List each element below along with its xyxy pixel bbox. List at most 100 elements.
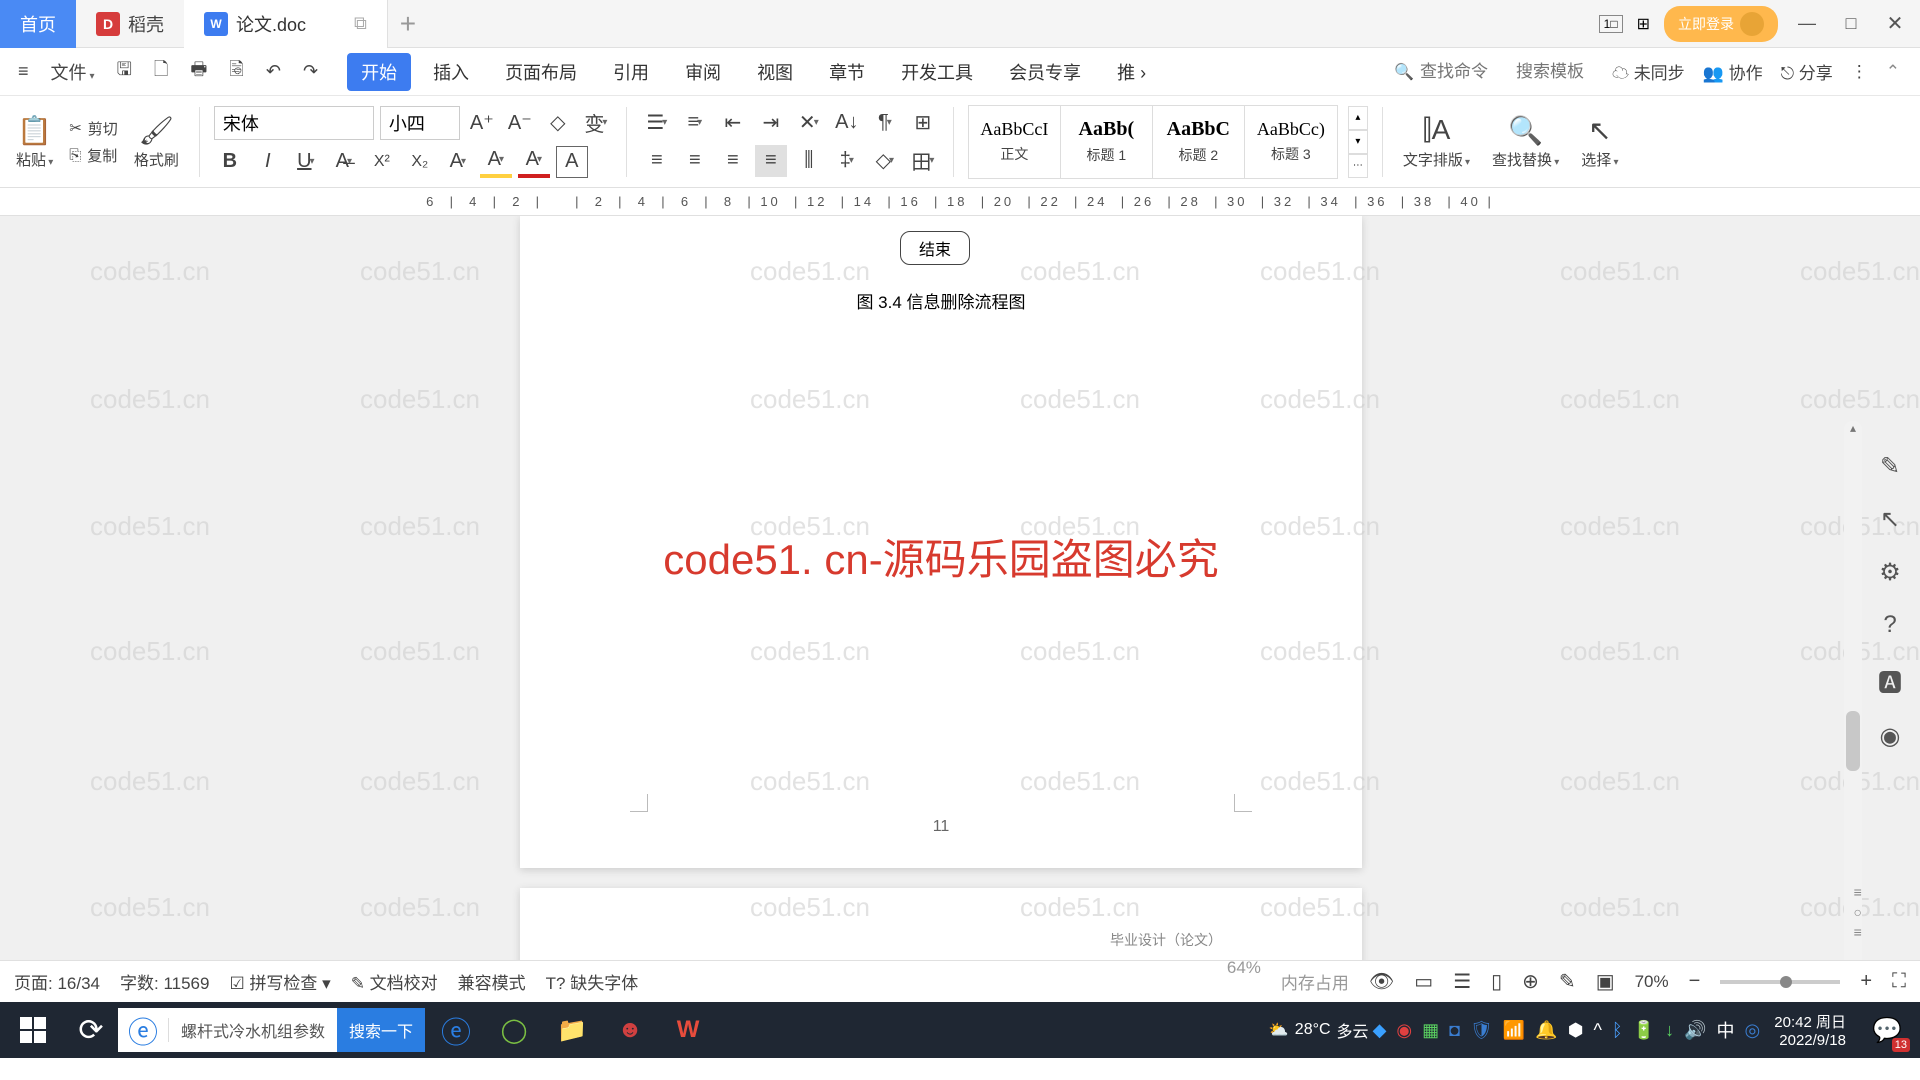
subscript-button[interactable]: X₂ — [404, 146, 436, 178]
style-up-icon[interactable]: ▴ — [1348, 106, 1368, 130]
menu-layout[interactable]: 页面布局 — [491, 53, 591, 91]
style-gallery[interactable]: AaBbCcI正文 AaBb(标题 1 AaBbC标题 2 AaBbCc)标题 … — [968, 105, 1338, 179]
vertical-scrollbar[interactable]: ▴ ▾ — [1844, 421, 1862, 960]
scroll-up-icon[interactable]: ▴ — [1844, 421, 1862, 439]
tray-battery-icon[interactable]: 🔋 — [1633, 1020, 1655, 1041]
layout-icon[interactable]: 1□ — [1599, 15, 1623, 33]
align-left-button[interactable]: ≡ — [641, 145, 673, 177]
style-expand-icon[interactable]: ⋯ — [1348, 154, 1368, 178]
maximize-button[interactable]: □ — [1836, 13, 1866, 34]
tray-ime-icon[interactable]: 中 — [1717, 1017, 1735, 1043]
superscript-button[interactable]: X² — [366, 146, 398, 178]
explorer-icon[interactable]: 📁 — [545, 1004, 599, 1056]
browser-icon[interactable]: ◯ — [487, 1004, 541, 1056]
close-button[interactable]: ✕ — [1880, 11, 1910, 36]
font-size-select[interactable] — [380, 106, 460, 140]
app-icon[interactable]: ☻ — [603, 1004, 657, 1056]
show-marks-button[interactable]: ¶▾ — [869, 107, 901, 139]
menu-recommend[interactable]: 推 › — [1103, 53, 1160, 91]
outline-view-icon[interactable]: ☰ — [1453, 969, 1471, 994]
align-right-button[interactable]: ≡ — [717, 145, 749, 177]
tray-icon[interactable]: ◉ — [1396, 1020, 1412, 1041]
collapse-ribbon-icon[interactable]: ⌃ — [1886, 62, 1900, 82]
increase-font-icon[interactable]: A⁺ — [466, 107, 498, 139]
share-button[interactable]: ⎋ 分享 — [1781, 59, 1833, 84]
bold-button[interactable]: B — [214, 146, 246, 178]
decrease-indent-button[interactable]: ⇤ — [717, 107, 749, 139]
annotation-icon[interactable]: ✎ — [1559, 969, 1576, 994]
fullscreen-icon[interactable]: ⛶ — [1892, 970, 1906, 993]
font-color-button[interactable]: A▾ — [518, 146, 550, 178]
tab-document[interactable]: W 论文.doc ⧉ — [184, 0, 388, 48]
print-icon[interactable]: 🖶 — [182, 53, 215, 91]
save-as-icon[interactable]: 🗋 — [146, 53, 176, 91]
zoom-in-icon[interactable]: + — [1860, 970, 1872, 993]
file-menu[interactable]: 文件 ▾ — [43, 55, 103, 89]
tray-bell-icon[interactable]: 🔔 — [1535, 1020, 1557, 1041]
login-button[interactable]: 立即登录 — [1664, 6, 1778, 42]
underline-button[interactable]: U▾ — [290, 146, 322, 178]
page-indicator-icon[interactable]: ○ — [1854, 904, 1862, 920]
tray-icon[interactable]: ⬢ — [1568, 1020, 1584, 1041]
tab-add-button[interactable]: + — [388, 8, 428, 40]
italic-button[interactable]: I — [252, 146, 284, 178]
help-icon[interactable]: ? — [1883, 611, 1896, 639]
zoom-fit-icon[interactable]: ▣ — [1596, 969, 1615, 994]
command-search-input[interactable] — [1420, 62, 1510, 82]
clear-format-icon[interactable]: ◇ — [542, 107, 574, 139]
align-center-button[interactable]: ≡ — [679, 145, 711, 177]
pencil-icon[interactable]: ✎ — [1880, 452, 1900, 481]
tray-speaker-icon[interactable]: 🔊 — [1684, 1020, 1706, 1041]
eye-icon[interactable]: 👁 — [1369, 969, 1394, 994]
edge-icon[interactable]: ⓔ — [429, 1004, 483, 1056]
scrollbar-thumb[interactable] — [1846, 711, 1860, 771]
taskbar-search[interactable]: ⓔ 螺杆式冷水机组参数 搜索一下 — [118, 1008, 425, 1052]
command-search[interactable]: 🔍 — [1394, 62, 1606, 82]
menu-vip[interactable]: 会员专享 — [995, 53, 1095, 91]
tab-home[interactable]: 首页 — [0, 0, 76, 48]
borders-button[interactable]: 田▾ — [907, 145, 939, 177]
page-indicator[interactable]: 页面: 16/34 — [14, 969, 100, 994]
redo-icon[interactable]: ↷ — [295, 57, 326, 86]
zoom-out-icon[interactable]: − — [1689, 970, 1701, 993]
page-view-icon[interactable]: ▭ — [1414, 969, 1433, 994]
start-button[interactable] — [6, 1004, 60, 1056]
document-page-next[interactable]: 毕业设计（论文） — [520, 888, 1362, 960]
menu-start[interactable]: 开始 — [347, 53, 411, 91]
shading-button[interactable]: ◇▾ — [869, 145, 901, 177]
sort-button[interactable]: A↓ — [831, 107, 863, 139]
menu-view[interactable]: 视图 — [743, 53, 807, 91]
undo-icon[interactable]: ↶ — [258, 57, 289, 86]
select-button[interactable]: ↖ 选择 ▾ — [1575, 114, 1624, 170]
number-list-button[interactable]: ≡▾ — [679, 107, 711, 139]
format-painter-button[interactable]: 🖌 格式刷 — [128, 114, 185, 170]
decrease-font-icon[interactable]: A⁻ — [504, 107, 536, 139]
style-h3[interactable]: AaBbCc)标题 3 — [1245, 106, 1337, 178]
distribute-button[interactable]: ⫼ — [793, 145, 825, 177]
proofread-button[interactable]: ✎ 文档校对 — [351, 969, 438, 994]
style-h1[interactable]: AaBb(标题 1 — [1061, 106, 1153, 178]
save-icon[interactable]: 🖫 — [109, 53, 140, 91]
char-border-button[interactable]: A — [556, 146, 588, 178]
asian-layout-button[interactable]: ✕▾ — [793, 107, 825, 139]
zoom-level[interactable]: 70% — [1635, 972, 1669, 992]
tab-popout-icon[interactable]: ⧉ — [354, 13, 367, 34]
cut-button[interactable]: ✂ 剪切 — [69, 118, 118, 139]
tray-icon[interactable]: ◎ — [1745, 1020, 1761, 1041]
menu-chapter[interactable]: 章节 — [815, 53, 879, 91]
search-go-button[interactable]: 搜索一下 — [337, 1008, 425, 1052]
tray-icon[interactable]: ↓ — [1665, 1020, 1674, 1041]
font-family-select[interactable] — [214, 106, 374, 140]
document-page[interactable]: 结束 图 3.4 信息删除流程图 code51. cn-源码乐园盗图必究 11 — [520, 216, 1362, 868]
tray-security-icon[interactable]: 🛡 — [1470, 1020, 1493, 1041]
menu-review[interactable]: 审阅 — [671, 53, 735, 91]
spellcheck-toggle[interactable]: ☑ 拼写检查 ▾ — [229, 969, 330, 994]
tray-icon[interactable]: ◆ — [1373, 1020, 1387, 1041]
menu-ref[interactable]: 引用 — [599, 53, 663, 91]
paste-button[interactable]: 📋 粘贴 ▾ — [10, 114, 59, 170]
minimize-button[interactable]: — — [1792, 13, 1822, 34]
line-spacing-button[interactable]: ‡▾ — [831, 145, 863, 177]
wps-icon[interactable]: W — [661, 1004, 715, 1056]
zoom-slider[interactable] — [1720, 980, 1840, 984]
tray-wifi-icon[interactable]: 📶 — [1503, 1020, 1525, 1041]
